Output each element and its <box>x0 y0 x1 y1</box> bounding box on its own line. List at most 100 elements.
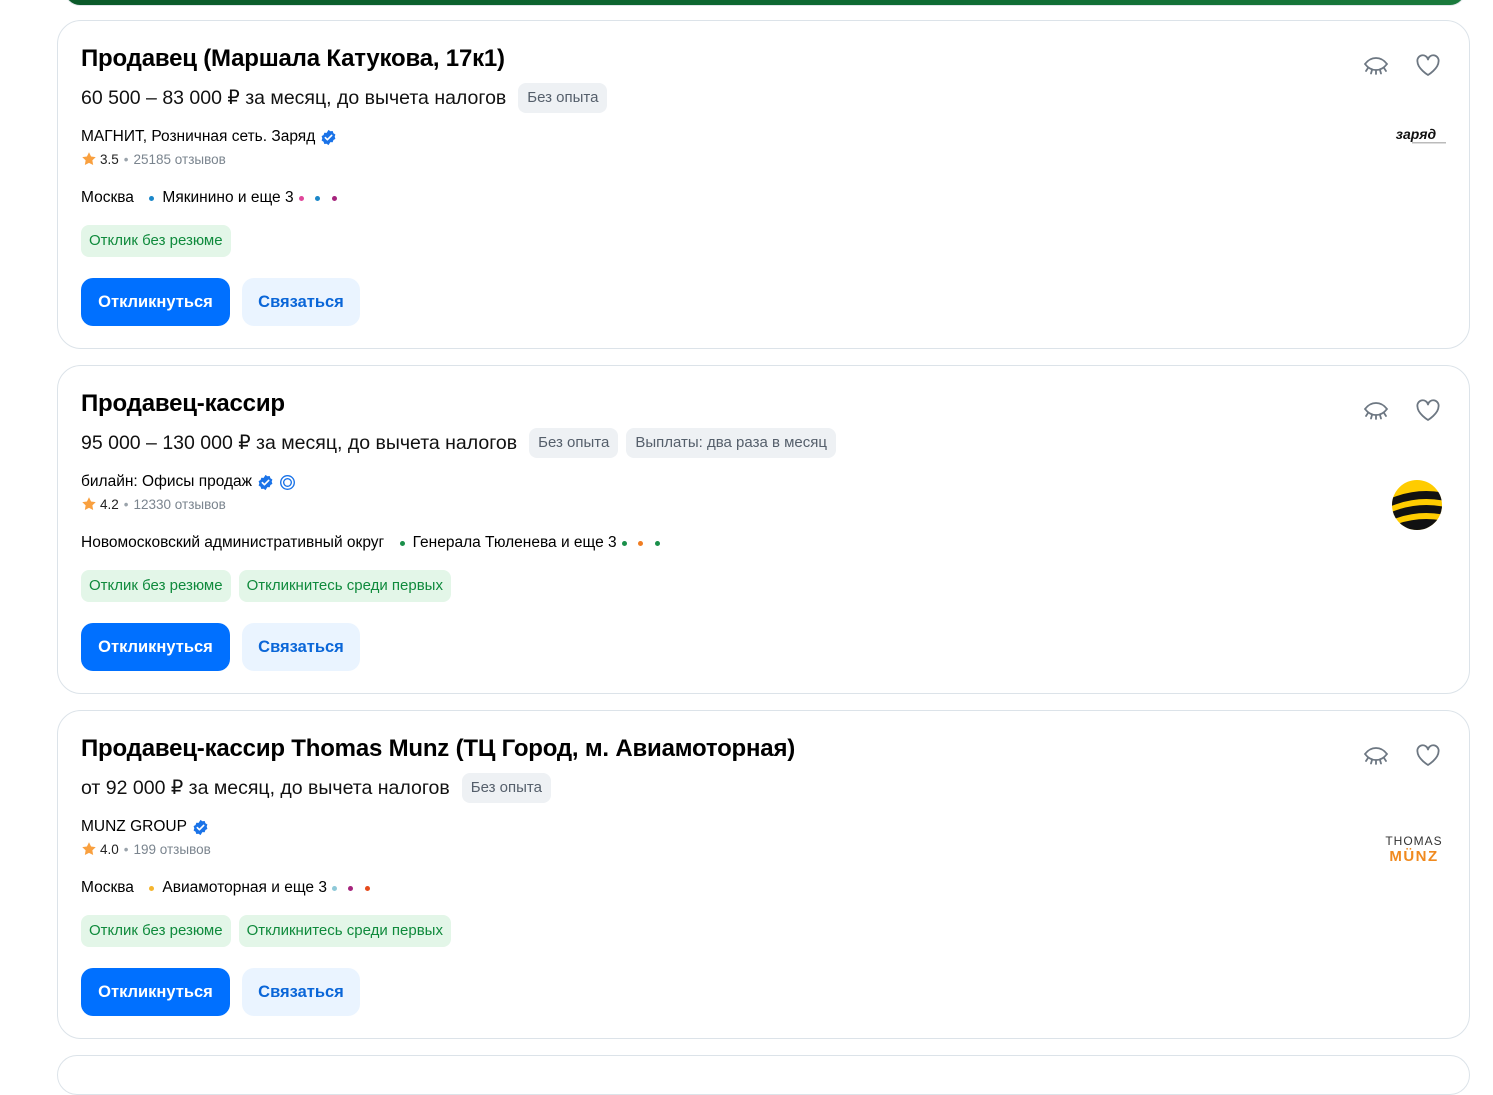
experience-tag: Без опыта <box>529 428 619 458</box>
zaryad-logo-text: заряд <box>1396 126 1437 142</box>
metro-line-dot <box>149 885 155 891</box>
zaryad-logo: заряд <box>1396 126 1446 144</box>
metro-line-dot <box>621 540 627 546</box>
company-row: МАГНИТ, Розничная сеть. Заряд <box>81 128 337 146</box>
payment-tag: Выплаты: два раза в месяц <box>626 428 836 458</box>
metro-line-dot <box>348 885 354 891</box>
salary-row: 60 500 – 83 000 ₽ за месяц, до вычета на… <box>81 83 608 113</box>
eye-closed-icon <box>1363 57 1389 75</box>
hide-vacancy-button[interactable] <box>1361 396 1391 426</box>
rating-value: 4.0 <box>100 841 119 857</box>
buttons-row: Откликнуться Связаться <box>81 623 360 671</box>
metro-line-dot <box>654 540 660 546</box>
salary: 60 500 – 83 000 ₽ за месяц, до вычета на… <box>81 87 507 109</box>
experience-tag: Без опыта <box>518 83 608 113</box>
verified-icon <box>258 474 273 490</box>
star-icon <box>82 497 96 510</box>
salary: от 92 000 ₽ за месяц, до вычета налогов <box>81 777 450 799</box>
contact-button[interactable]: Связаться <box>242 968 360 1016</box>
address-row: Новомосковский административный округ Ге… <box>81 534 668 552</box>
salary-row: от 92 000 ₽ за месяц, до вычета налогов … <box>81 773 551 803</box>
company-row: MUNZ GROUP <box>81 818 209 836</box>
separator-dot: • <box>123 496 129 512</box>
vacancy-card[interactable] <box>57 1055 1470 1095</box>
heart-icon <box>1416 54 1440 76</box>
rating-row: 3.5 • 25185 отзывов <box>81 151 226 167</box>
beeline-logo <box>1392 480 1442 530</box>
vacancy-title[interactable]: Продавец-кассир <box>81 390 285 418</box>
chips-row: Отклик без резюме <box>81 225 231 257</box>
metro-line-dot <box>149 195 155 201</box>
company-name[interactable]: МАГНИТ, Розничная сеть. Заряд <box>81 128 315 146</box>
reviews-count[interactable]: 25185 отзывов <box>134 152 226 167</box>
heart-icon <box>1416 744 1440 766</box>
metro-label: Генерала Тюленева и еще 3 <box>412 534 617 551</box>
experience-tag: Без опыта <box>461 773 551 803</box>
favorite-button[interactable] <box>1413 51 1443 81</box>
contact-button[interactable]: Связаться <box>242 278 360 326</box>
rating-row: 4.2 • 12330 отзывов <box>81 496 226 512</box>
star-icon <box>82 842 96 855</box>
respond-button[interactable]: Откликнуться <box>81 968 230 1016</box>
vacancy-card[interactable]: Продавец-кассир 95 000 – 130 000 ₽ за ме… <box>57 365 1470 694</box>
no-resume-chip: Отклик без резюме <box>81 915 231 947</box>
heart-icon <box>1416 399 1440 421</box>
metro-line-dot <box>399 540 405 546</box>
logo-text-bottom: MÜNZ <box>1389 848 1439 865</box>
respond-button[interactable]: Откликнуться <box>81 278 230 326</box>
separator-dot: • <box>123 151 129 167</box>
reviews-count[interactable]: 12330 отзывов <box>134 497 226 512</box>
company-logo[interactable]: THOMAS MÜNZ <box>1384 834 1444 870</box>
be-first-chip: Откликнитесь среди первых <box>238 915 451 947</box>
star-icon <box>82 152 96 165</box>
rating-value: 4.2 <box>100 496 119 512</box>
metro-station: Мякинино и еще 3 <box>146 189 345 207</box>
company-name[interactable]: билайн: Офисы продаж <box>81 473 252 491</box>
reviews-count[interactable]: 199 отзывов <box>134 842 211 857</box>
vacancy-title[interactable]: Продавец (Маршала Катукова, 17к1) <box>81 45 505 73</box>
metro-station: Генерала Тюленева и еще 3 <box>396 534 667 552</box>
hide-vacancy-button[interactable] <box>1361 741 1391 771</box>
verified-icon <box>321 129 336 145</box>
chips-row: Отклик без резюме Откликнитесь среди пер… <box>81 570 451 602</box>
no-resume-chip: Отклик без резюме <box>81 570 231 602</box>
metro-label: Мякинино и еще 3 <box>162 189 294 206</box>
eye-closed-icon <box>1363 402 1389 420</box>
metro-line-dot <box>298 195 304 201</box>
city: Москва <box>81 189 134 206</box>
salary-row: 95 000 – 130 000 ₽ за месяц, до вычета н… <box>81 428 836 458</box>
company-name[interactable]: MUNZ GROUP <box>81 818 187 836</box>
company-row: билайн: Офисы продаж <box>81 473 296 491</box>
buttons-row: Откликнуться Связаться <box>81 968 360 1016</box>
chips-row: Отклик без резюме Откликнитесь среди пер… <box>81 915 451 947</box>
address-row: Москва Авиамоторная и еще 3 <box>81 879 378 897</box>
respond-button[interactable]: Откликнуться <box>81 623 230 671</box>
no-resume-chip: Отклик без резюме <box>81 225 231 257</box>
favorite-button[interactable] <box>1413 741 1443 771</box>
accredited-icon <box>280 474 296 490</box>
metro-line-dot <box>331 195 337 201</box>
hide-vacancy-button[interactable] <box>1361 51 1391 81</box>
metro-line-dot <box>364 885 370 891</box>
contact-button[interactable]: Связаться <box>242 623 360 671</box>
rating-row: 4.0 • 199 отзывов <box>81 841 211 857</box>
salary: 95 000 – 130 000 ₽ за месяц, до вычета н… <box>81 432 518 454</box>
top-banner-edge <box>64 0 1466 6</box>
metro-line-dot <box>638 540 644 546</box>
vacancy-card[interactable]: Продавец-кассир Thomas Munz (ТЦ Город, м… <box>57 710 1470 1039</box>
metro-line-dot <box>331 885 337 891</box>
rating-value: 3.5 <box>100 151 119 167</box>
favorite-button[interactable] <box>1413 396 1443 426</box>
city: Москва <box>81 879 134 896</box>
be-first-chip: Откликнитесь среди первых <box>238 570 451 602</box>
company-logo[interactable] <box>1391 479 1443 531</box>
logo-text-top: THOMAS <box>1385 834 1443 848</box>
company-logo[interactable]: заряд <box>1384 126 1448 148</box>
metro-station: Авиамоторная и еще 3 <box>146 879 378 897</box>
vacancy-title[interactable]: Продавец-кассир Thomas Munz (ТЦ Город, м… <box>81 735 795 763</box>
separator-dot: • <box>123 841 129 857</box>
city: Новомосковский административный округ <box>81 534 385 551</box>
vacancy-card[interactable]: Продавец (Маршала Катукова, 17к1) 60 500… <box>57 20 1470 349</box>
eye-closed-icon <box>1363 747 1389 765</box>
metro-line-dot <box>315 195 321 201</box>
